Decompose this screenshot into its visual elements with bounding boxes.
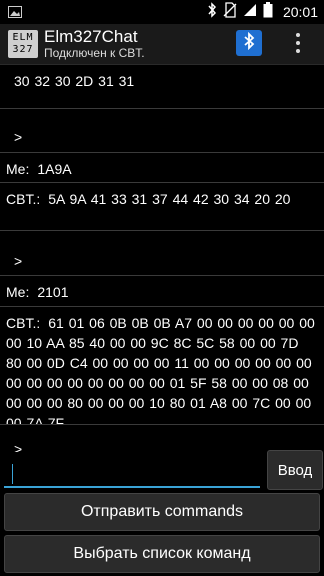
app-logo: ELM 327 (8, 30, 38, 58)
logo-line2: 327 (12, 44, 34, 55)
choose-command-list-button[interactable]: Выбрать список команд (4, 535, 320, 573)
message-text: > (14, 253, 23, 269)
logo-line1: ELM (12, 32, 34, 43)
app-title: Elm327Chat (44, 27, 138, 46)
text-cursor (12, 464, 13, 484)
list-item: > (0, 231, 324, 276)
connection-status: Подключен к CBT. (44, 46, 145, 60)
battery-icon (263, 1, 273, 23)
message-sender: CBT.: (6, 315, 41, 331)
list-item: CBT.: 61 01 06 0B 0B 0B A7 00 00 00 00 00… (0, 307, 324, 425)
menu-dot (296, 49, 300, 53)
menu-dot (296, 33, 300, 37)
message-log[interactable]: 30 32 30 2D 31 31 > Me: 1A9A CBT.: 5A 9A 4… (0, 65, 324, 452)
image-notification-icon (8, 5, 22, 23)
list-item: Me: 2101 (0, 276, 324, 307)
send-commands-button[interactable]: Отправить commands (4, 493, 320, 531)
no-sim-icon (223, 1, 237, 23)
message-text: 30 32 30 2D 31 31 (14, 73, 135, 89)
clock: 20:01 (282, 4, 318, 20)
list-item: 30 32 30 2D 31 31 (0, 65, 324, 109)
enter-button[interactable]: Ввод (267, 450, 323, 490)
message-text: > (14, 129, 23, 145)
list-item: > (0, 425, 324, 452)
list-item: Me: 1A9A (0, 153, 324, 183)
signal-icon (243, 3, 257, 22)
message-text: 1A9A (37, 161, 72, 177)
message-sender: Me: (6, 284, 30, 300)
message-sender: Me: (6, 161, 30, 177)
status-bar: 20:01 (0, 0, 324, 24)
list-item: CBT.: 5A 9A 41 33 31 37 44 42 30 34 20 20 (0, 183, 324, 231)
bluetooth-status-icon (207, 1, 217, 23)
message-text: 61 01 06 0B 0B 0B A7 00 00 00 00 00 00 0… (6, 315, 315, 425)
command-input[interactable] (4, 458, 260, 488)
bluetooth-icon (243, 31, 255, 55)
message-sender: CBT.: (6, 191, 41, 207)
message-text: 2101 (37, 284, 69, 300)
message-text: > (14, 441, 23, 452)
app-bar: ELM 327 Elm327Chat Подключен к CBT. (0, 24, 324, 65)
list-item: > (0, 109, 324, 153)
bluetooth-connect-button[interactable] (236, 30, 262, 56)
message-text: 5A 9A 41 33 31 37 44 42 30 34 20 20 (48, 191, 291, 207)
overflow-menu-button[interactable] (292, 33, 304, 53)
menu-dot (296, 41, 300, 45)
